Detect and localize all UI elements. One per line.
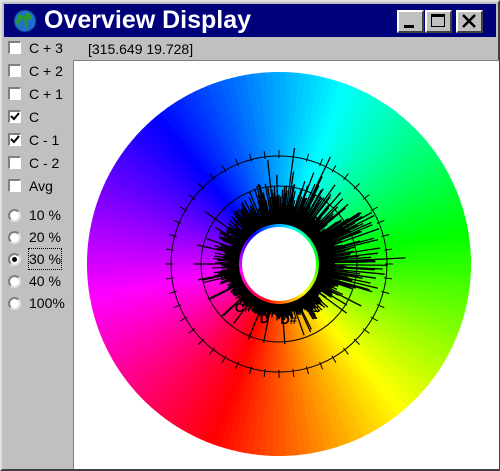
checkbox-label: C + 1 — [29, 86, 63, 102]
minimize-icon — [404, 25, 414, 28]
note-label: F# — [326, 243, 342, 258]
close-icon — [462, 14, 476, 28]
checkbox-label: C - 1 — [29, 132, 60, 148]
note-label: C — [219, 267, 229, 282]
checkbox-box[interactable] — [8, 41, 21, 54]
checkbox-label: Avg — [29, 178, 53, 194]
checkbox-label: C - 2 — [29, 155, 60, 171]
globe-icon — [13, 9, 37, 33]
radio-button[interactable] — [8, 297, 21, 310]
title-bar[interactable]: Overview Display — [4, 4, 496, 37]
checkbox-box[interactable] — [8, 133, 21, 146]
radio-button[interactable] — [8, 231, 21, 244]
note-label: D — [260, 311, 269, 326]
checkbox-box[interactable] — [8, 64, 21, 77]
radio-label: 30 % — [28, 248, 62, 270]
checkbox-label: C + 3 — [29, 40, 63, 56]
note-label: E — [311, 300, 320, 315]
checkbox-label: C + 2 — [29, 63, 63, 79]
radio-dot — [12, 257, 17, 262]
minimize-button[interactable] — [397, 10, 424, 33]
window-title: Overview Display — [44, 6, 252, 34]
cursor-coordinates: [315.649 19.728] — [88, 41, 194, 57]
radio-label: 10 % — [29, 207, 61, 223]
note-label: G — [310, 214, 320, 229]
center-hole — [242, 227, 316, 301]
maximize-button[interactable] — [425, 10, 452, 33]
note-label: G# — [280, 202, 298, 217]
check-icon — [10, 112, 20, 121]
radio-label: 40 % — [29, 273, 61, 289]
note-label: C# — [235, 300, 252, 315]
color-wheel-spectrum[interactable]: A G# G F# F E D# D C# C BA# — [74, 61, 499, 469]
options-panel: C + 3 C + 2 C + 1 C C - 1 C - 2 Avg 10 %… — [4, 38, 70, 468]
note-label: B — [226, 229, 235, 244]
checkbox-box[interactable] — [8, 156, 21, 169]
overview-display-window: Overview Display C + 3 C + 2 C + 1 C C -… — [0, 0, 500, 471]
radio-button[interactable] — [8, 209, 21, 222]
note-label: A# — [235, 214, 252, 229]
note-label: D# — [280, 312, 297, 327]
radio-button[interactable] — [8, 275, 21, 288]
checkbox-label: C — [29, 109, 40, 125]
close-button[interactable] — [456, 10, 483, 33]
radio-label: 100% — [29, 295, 65, 311]
overview-plot-area[interactable]: A G# G F# F E D# D C# C B A# — [73, 60, 499, 469]
check-icon — [10, 135, 20, 144]
note-label: A — [255, 204, 265, 219]
checkbox-box[interactable] — [8, 110, 21, 123]
radio-label: 20 % — [29, 229, 61, 245]
note-label: F — [330, 267, 338, 282]
radio-button[interactable] — [8, 253, 21, 266]
checkbox-box[interactable] — [8, 179, 21, 192]
maximize-icon — [431, 14, 445, 27]
checkbox-box[interactable] — [8, 87, 21, 100]
